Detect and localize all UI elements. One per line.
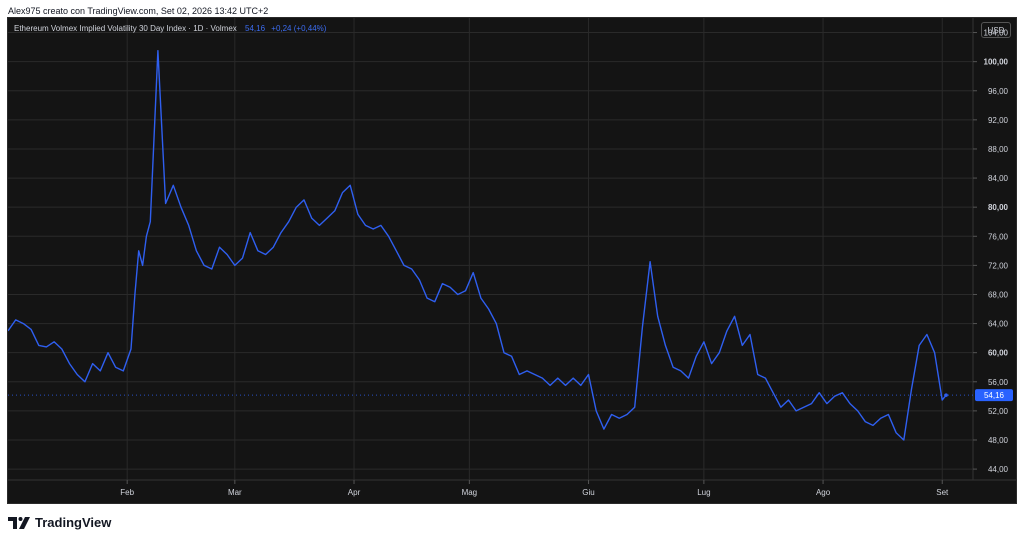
y-tick-label: 84,00 <box>988 174 1009 183</box>
y-tick-label: 68,00 <box>988 290 1009 299</box>
x-tick-label: Mar <box>228 488 242 497</box>
tradingview-logo-icon <box>8 516 30 529</box>
y-tick-label: 56,00 <box>988 378 1009 387</box>
brand[interactable]: TradingView <box>8 515 111 530</box>
last-price-badge: 54,16 <box>975 389 1013 402</box>
chart-caption: Alex975 creato con TradingView.com, Set … <box>8 6 269 16</box>
x-tick-label: Set <box>936 488 949 497</box>
y-tick-label: 48,00 <box>988 436 1009 445</box>
y-tick-label: 96,00 <box>988 87 1009 96</box>
y-tick-label: 44,00 <box>988 465 1009 474</box>
x-tick-label: Lug <box>697 488 710 497</box>
brand-name: TradingView <box>35 515 112 530</box>
horizontal-gridlines <box>8 32 973 470</box>
chart-legend: Ethereum Volmex Implied Volatility 30 Da… <box>14 24 326 33</box>
x-tick-label: Ago <box>816 488 831 497</box>
y-tick-label: 64,00 <box>988 320 1009 329</box>
y-tick-label: 60,00 <box>988 349 1009 358</box>
currency-button[interactable]: USD <box>981 22 1011 38</box>
x-tick-label: Giu <box>582 488 594 497</box>
y-tick-label: 92,00 <box>988 116 1009 125</box>
x-tick-label: Apr <box>348 488 361 497</box>
y-tick-label: 100,00 <box>984 58 1009 67</box>
last-value-dot <box>944 393 948 397</box>
y-tick-label: 72,00 <box>988 261 1009 270</box>
legend-last-value: 54,16 <box>245 24 266 33</box>
y-axis: 104,00100,0096,0092,0088,0084,0080,0076,… <box>972 18 1009 480</box>
chart-svg[interactable]: 104,00100,0096,0092,0088,0084,0080,0076,… <box>8 18 1016 503</box>
y-tick-label: 52,00 <box>988 407 1009 416</box>
x-axis: Feb Mar Apr Mag Giu Lug Ago Set <box>8 479 1016 497</box>
legend-change: +0,24 (+0,44%) <box>271 24 327 33</box>
y-tick-label: 80,00 <box>988 203 1009 212</box>
price-badge-label: 54,16 <box>984 391 1005 400</box>
legend-title: Ethereum Volmex Implied Volatility 30 Da… <box>14 24 237 33</box>
y-tick-label: 76,00 <box>988 232 1009 241</box>
y-tick-label: 88,00 <box>988 145 1009 154</box>
chart-panel[interactable]: 104,00 100,00 96,00 92,00 88,00 84,00 80,00 76,… <box>7 17 1017 504</box>
x-tick-label: Mag <box>462 488 478 497</box>
x-tick-label: Feb <box>120 488 134 497</box>
